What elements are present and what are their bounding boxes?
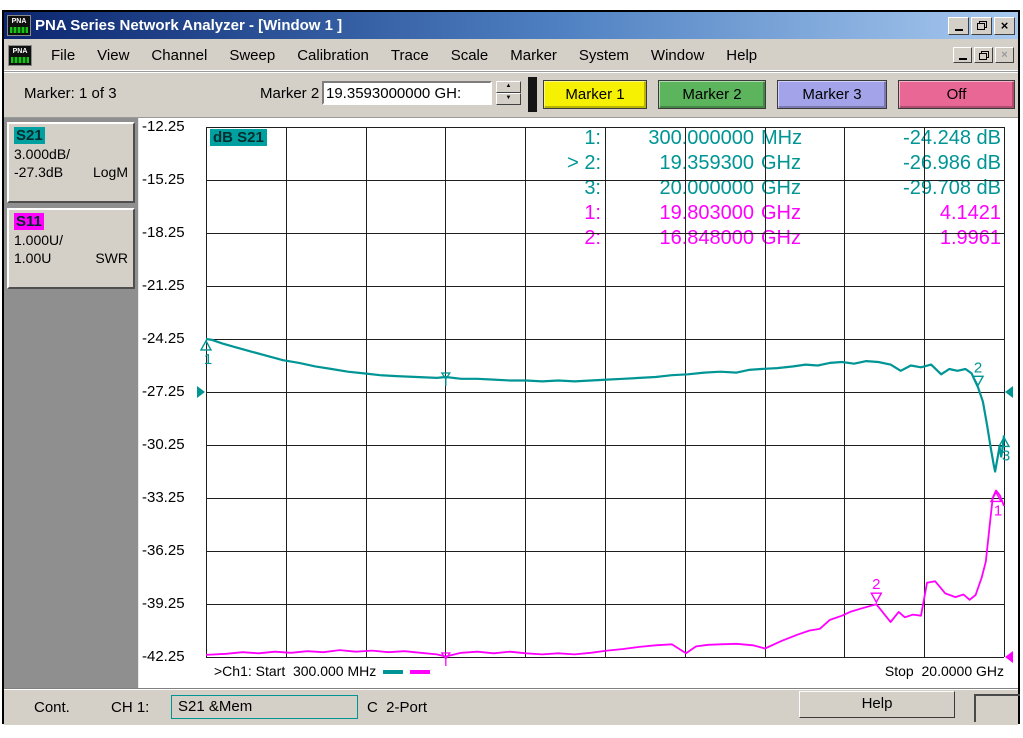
marker-toolbar: Marker: 1 of 3 Marker 2 ▲ ▼ Marker 1Mark… bbox=[4, 72, 1018, 118]
svg-text:1: 1 bbox=[204, 351, 212, 368]
toolbar-separator bbox=[528, 77, 537, 112]
trace-format: SWR bbox=[95, 249, 128, 267]
svg-text:2: 2 bbox=[872, 576, 880, 593]
doc-restore-icon[interactable] bbox=[974, 47, 993, 63]
marker-entry-label: Marker 2 bbox=[260, 85, 319, 102]
screen: { "window": { "title": "PNA Series Netwo… bbox=[0, 0, 1023, 738]
spin-down-icon[interactable]: ▼ bbox=[496, 93, 521, 105]
svg-text:3: 3 bbox=[1002, 447, 1010, 464]
menu-scale[interactable]: Scale bbox=[440, 47, 500, 64]
restore-icon[interactable] bbox=[971, 17, 992, 35]
x-axis-start: >Ch1: Start 300.000 MHz bbox=[214, 663, 430, 679]
s21-legend-dash bbox=[383, 670, 403, 674]
s11-legend-dash bbox=[410, 670, 430, 674]
menu-items: FileViewChannelSweepCalibrationTraceScal… bbox=[40, 47, 951, 64]
marker-symbol-2[interactable]: 2 bbox=[871, 576, 881, 602]
menu-file[interactable]: File bbox=[40, 47, 86, 64]
cal-status: C 2-Port bbox=[367, 699, 427, 716]
help-button[interactable]: Help bbox=[799, 691, 955, 718]
trace-ref: -27.3dB bbox=[14, 163, 63, 181]
menu-system[interactable]: System bbox=[568, 47, 640, 64]
off-button[interactable]: Off bbox=[898, 80, 1015, 109]
marker-status: Marker: 1 of 3 bbox=[24, 85, 117, 102]
ref-level-arrow-left[interactable] bbox=[197, 386, 205, 398]
menu-window[interactable]: Window bbox=[640, 47, 715, 64]
window-title: PNA Series Network Analyzer - [Window 1 … bbox=[35, 17, 946, 34]
menu-channel[interactable]: Channel bbox=[140, 47, 218, 64]
doc-minimize-icon[interactable] bbox=[953, 47, 972, 63]
app-window: PNA PNA Series Network Analyzer - [Windo… bbox=[2, 10, 1020, 724]
document-icon[interactable]: PNA bbox=[8, 45, 32, 66]
marker-spinner: ▲ ▼ bbox=[496, 81, 521, 105]
start-frequency-label: >Ch1: Start 300.000 MHz bbox=[214, 663, 376, 679]
spin-up-icon[interactable]: ▲ bbox=[496, 81, 521, 93]
marker-1-button[interactable]: Marker 1 bbox=[543, 80, 647, 109]
title-bar: PNA PNA Series Network Analyzer - [Windo… bbox=[4, 12, 1018, 39]
close-icon[interactable]: × bbox=[994, 17, 1015, 35]
stop-frequency-label: Stop 20.0000 GHz bbox=[885, 663, 1004, 679]
ref-level-arrow-right[interactable] bbox=[1005, 386, 1013, 398]
marker-frequency-input[interactable] bbox=[322, 81, 492, 105]
marker-3-button[interactable]: Marker 3 bbox=[777, 80, 887, 109]
trace-format: LogM bbox=[93, 163, 128, 181]
trace-scale: 3.000dB/ bbox=[14, 145, 128, 163]
menu-trace[interactable]: Trace bbox=[380, 47, 440, 64]
marker-2-button[interactable]: Marker 2 bbox=[658, 80, 766, 109]
menu-help[interactable]: Help bbox=[715, 47, 768, 64]
trace-ref: 1.00U bbox=[14, 249, 51, 267]
active-trace-label: dB S21 bbox=[210, 129, 267, 146]
trace-chip-s11: S11 bbox=[14, 213, 44, 230]
ref-level-arrow-right[interactable] bbox=[1005, 651, 1013, 663]
channel-label: CH 1: bbox=[111, 699, 149, 716]
marker-buttons: Marker 1 Marker 2 Marker 3 Off bbox=[543, 80, 1015, 109]
main-area: S213.000dB/-27.3dB LogM S111.000U/1.00U SWR… bbox=[4, 118, 1018, 688]
trace-panels: S213.000dB/-27.3dB LogM S111.000U/1.00U SWR bbox=[4, 118, 139, 688]
trace-panel-s11[interactable]: S111.000U/1.00U SWR bbox=[7, 208, 135, 289]
svg-text:2: 2 bbox=[974, 359, 982, 376]
trace-scale: 1.000U/ bbox=[14, 231, 128, 249]
status-bar: Cont. CH 1: S21 &Mem C 2-Port Help bbox=[4, 688, 1018, 725]
softkey-frame-fragment bbox=[974, 694, 1020, 722]
plot-area[interactable]: dB S21 -12.25-15.25-18.25-21.25-24.25-27… bbox=[139, 118, 1018, 688]
trace-chip-s21: S21 bbox=[14, 127, 45, 144]
menu-calibration[interactable]: Calibration bbox=[286, 47, 380, 64]
sweep-status: Cont. bbox=[34, 699, 70, 716]
menu-bar: PNA FileViewChannelSweepCalibrationTrace… bbox=[4, 39, 1018, 72]
trace-panel-s21[interactable]: S213.000dB/-27.3dB LogM bbox=[7, 122, 135, 203]
menu-view[interactable]: View bbox=[86, 47, 140, 64]
app-icon[interactable]: PNA bbox=[7, 15, 31, 36]
svg-text:1: 1 bbox=[994, 502, 1002, 519]
measurement-readout: S21 &Mem bbox=[171, 695, 358, 719]
menu-marker[interactable]: Marker bbox=[499, 47, 568, 64]
menu-sweep[interactable]: Sweep bbox=[218, 47, 286, 64]
minimize-icon[interactable] bbox=[948, 17, 969, 35]
graticule-canvas[interactable]: 1 2 3 1 2 bbox=[139, 118, 1018, 688]
doc-close-icon[interactable]: × bbox=[995, 47, 1014, 63]
